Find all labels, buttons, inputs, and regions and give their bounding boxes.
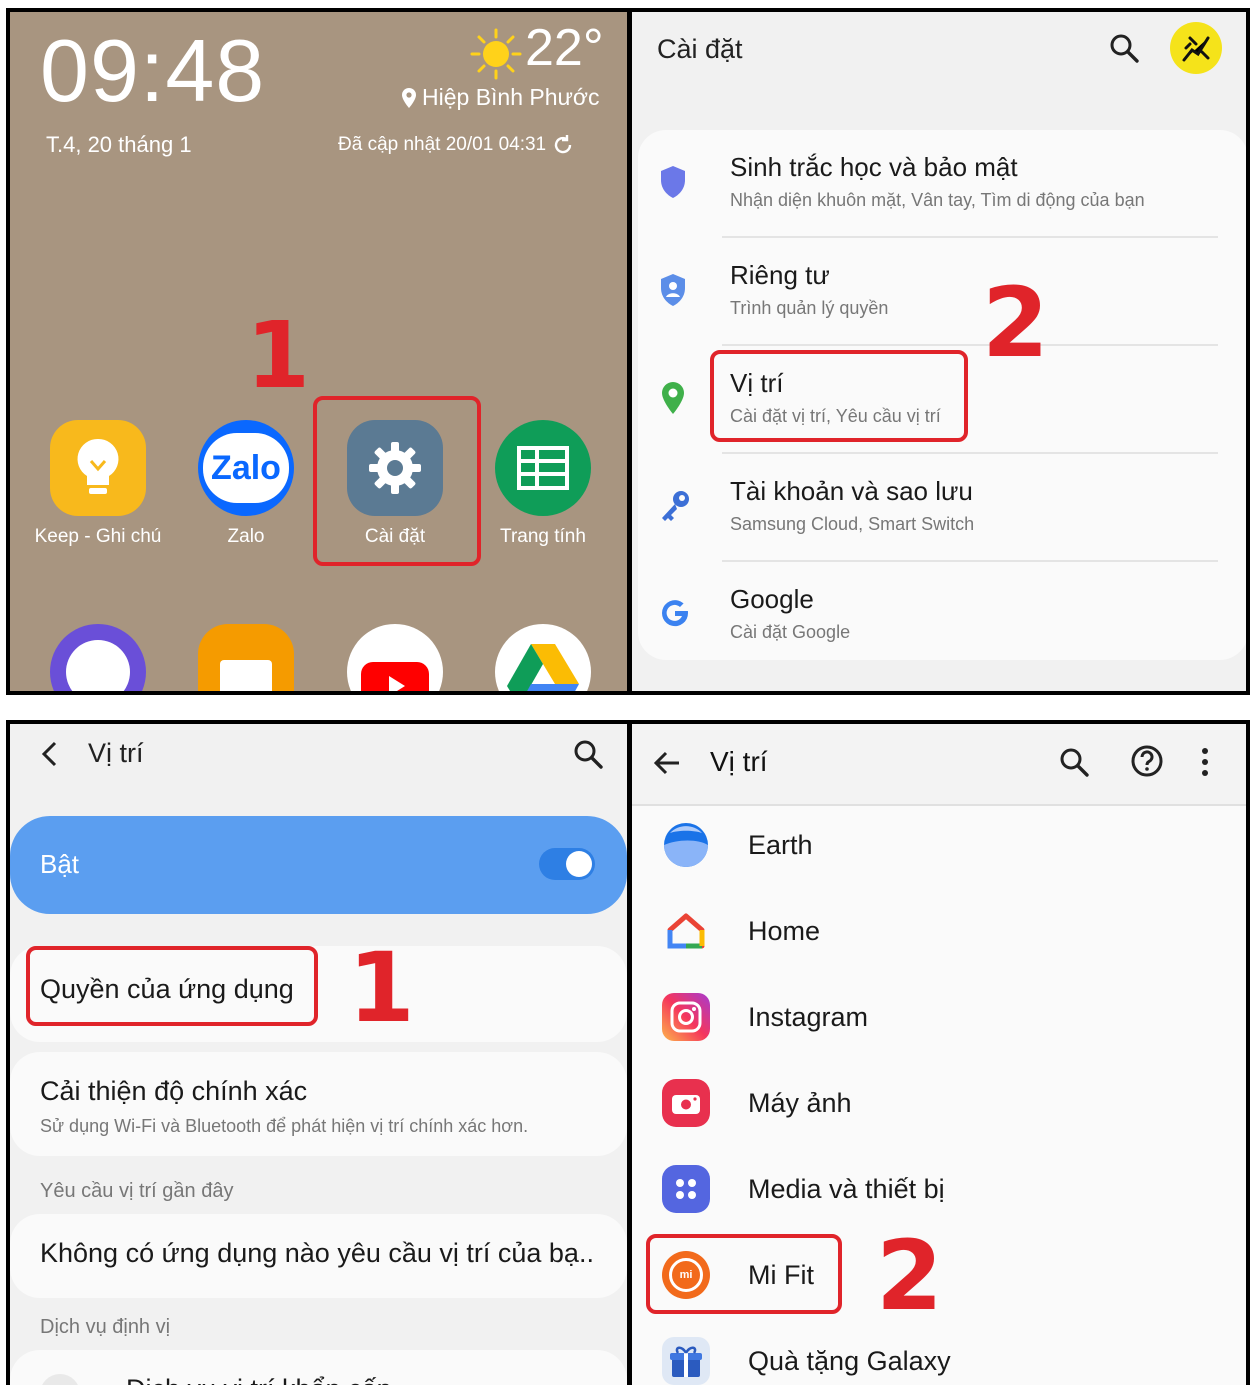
highlight-app-permissions <box>26 946 318 1026</box>
recent-requests-header: Yêu cầu vị trí gần đây <box>40 1180 234 1202</box>
recent-requests-row: Không có ứng dụng nào yêu cầu vị trí của… <box>10 1214 627 1298</box>
search-icon[interactable] <box>572 738 604 770</box>
page-header: Vị trí <box>40 738 144 769</box>
app-label: Earth <box>748 830 813 860</box>
location-master-switch-row[interactable]: Bật <box>10 816 627 914</box>
emergency-location-icon <box>40 1374 80 1385</box>
youtube-icon[interactable] <box>347 624 443 691</box>
master-switch-label: Bật <box>40 849 80 879</box>
settings-panel: Cài đặt Sinh trắc học và bảo mật Nhận di… <box>632 12 1246 691</box>
drive-icon[interactable] <box>495 624 591 691</box>
improve-accuracy-row[interactable]: Cải thiện độ chính xác Sử dụng Wi-Fi và … <box>10 1052 627 1156</box>
improve-accuracy-subtitle: Sử dụng Wi-Fi và Bluetooth để phát hiện … <box>40 1116 529 1136</box>
weather-updated[interactable]: Đã cập nhật 20/01 04:31 <box>338 134 574 156</box>
app-label: Media và thiết bị <box>748 1174 945 1204</box>
location-services-header: Dịch vụ định vị <box>40 1316 171 1338</box>
sun-icon <box>470 28 522 80</box>
settings-item-subtitle: Samsung Cloud, Smart Switch <box>730 514 975 534</box>
spreadsheet-icon <box>495 420 591 516</box>
home-icon <box>662 907 710 955</box>
app-sheets[interactable]: Trang tính <box>473 420 613 548</box>
app-label: Trang tính <box>500 526 586 547</box>
settings-item-title: Google <box>730 584 814 614</box>
media-devices-icon <box>662 1165 710 1213</box>
highlight-settings-app <box>313 396 481 566</box>
settings-item-subtitle: Cài đặt Google <box>730 622 851 642</box>
galaxy-gifts-icon <box>662 1337 710 1385</box>
app-label: Máy ảnh <box>748 1088 852 1118</box>
page-title: Cài đặt <box>657 34 743 64</box>
step-number-2: 2 <box>876 1220 943 1332</box>
settings-item-subtitle: Trình quản lý quyền <box>730 298 889 318</box>
clock-time: 09:48 <box>40 21 266 120</box>
app-row-earth[interactable]: Earth <box>632 804 1246 890</box>
earth-icon <box>662 821 710 869</box>
app-label: Keep - Ghi chú <box>34 526 162 547</box>
refresh-icon <box>554 135 572 154</box>
help-icon[interactable] <box>1130 744 1164 778</box>
shield-icon <box>658 164 688 200</box>
app-label: Instagram <box>748 1002 869 1032</box>
step-number-1: 1 <box>246 302 311 409</box>
highlight-mi-fit <box>646 1234 842 1314</box>
app-keep[interactable]: Keep - Ghi chú <box>28 420 168 548</box>
settings-item-privacy[interactable]: Riêng tư Trình quản lý quyền <box>638 238 1246 346</box>
location-service-row[interactable]: Dịch vụ vị trí khẩn cấp <box>10 1350 627 1385</box>
bottom-divider <box>627 720 632 1385</box>
app-zalo[interactable]: Zalo Zalo <box>176 420 316 548</box>
weather-location[interactable]: Hiệp Bình Phước <box>400 84 600 111</box>
camera-icon <box>662 1079 710 1127</box>
back-arrow-icon[interactable] <box>652 748 682 778</box>
back-chevron-icon[interactable] <box>40 740 58 768</box>
instagram-icon <box>662 993 710 1041</box>
folder-app-icon[interactable] <box>198 624 294 691</box>
keep-icon <box>50 420 146 516</box>
privacy-shield-icon <box>658 272 688 308</box>
location-pin-icon <box>658 380 688 416</box>
location-name: Hiệp Bình Phước <box>422 84 600 110</box>
top-divider <box>627 8 632 695</box>
pin-icon <box>402 87 416 108</box>
recent-requests-empty: Không có ứng dụng nào yêu cầu vị trí của… <box>40 1238 594 1268</box>
step-number-1: 1 <box>348 932 415 1044</box>
avatar[interactable] <box>1170 22 1222 74</box>
top-app-bar: Vị trí <box>632 724 1246 806</box>
home-screen-panel: 09:48 T.4, 20 tháng 1 22° Hiệp Bình Phướ… <box>10 12 627 691</box>
app-row-home[interactable]: Home <box>632 890 1246 976</box>
page-title: Vị trí <box>88 738 144 768</box>
app-label: Quà tặng Galaxy <box>748 1346 951 1376</box>
key-icon <box>658 488 692 524</box>
location-toggle[interactable] <box>539 848 595 880</box>
settings-item-subtitle: Nhận diện khuôn mặt, Vân tay, Tìm di độn… <box>730 190 1145 210</box>
location-service-title: Dịch vụ vị trí khẩn cấp <box>126 1374 392 1385</box>
search-icon[interactable] <box>1058 746 1090 778</box>
clock-date: T.4, 20 tháng 1 <box>46 132 192 157</box>
weather-temperature: 22° <box>525 19 604 77</box>
google-icon <box>658 596 692 630</box>
location-settings-panel: Vị trí Bật Quyền của ứng dụng 1 Cải thiệ… <box>10 724 627 1385</box>
updated-text: Đã cập nhật 20/01 04:31 <box>338 134 547 155</box>
page-title: Vị trí <box>710 746 768 777</box>
more-options-icon[interactable] <box>1200 746 1210 778</box>
app-row-instagram[interactable]: Instagram <box>632 976 1246 1062</box>
step-number-2: 2 <box>982 267 1049 379</box>
app-row-camera[interactable]: Máy ảnh <box>632 1062 1246 1148</box>
clock-app-icon[interactable] <box>50 624 146 691</box>
app-location-panel: Vị trí Earth Home Instagram Máy ảnh Medi… <box>632 724 1246 1385</box>
zalo-icon: Zalo <box>198 420 294 516</box>
search-icon[interactable] <box>1108 32 1140 64</box>
settings-item-biometrics[interactable]: Sinh trắc học và bảo mật Nhận diện khuôn… <box>638 130 1246 238</box>
app-label: Home <box>748 916 821 946</box>
settings-item-accounts[interactable]: Tài khoản và sao lưu Samsung Cloud, Smar… <box>638 454 1246 562</box>
settings-item-google[interactable]: Google Cài đặt Google <box>638 562 1246 670</box>
settings-item-title: Tài khoản và sao lưu <box>730 476 973 506</box>
app-label: Zalo <box>227 526 265 547</box>
zalo-logo-text: Zalo <box>203 433 289 503</box>
highlight-location-item <box>710 350 968 442</box>
settings-item-title: Sinh trắc học và bảo mật <box>730 152 1018 182</box>
improve-accuracy-title: Cải thiện độ chính xác <box>40 1076 308 1106</box>
settings-item-title: Riêng tư <box>730 260 830 290</box>
